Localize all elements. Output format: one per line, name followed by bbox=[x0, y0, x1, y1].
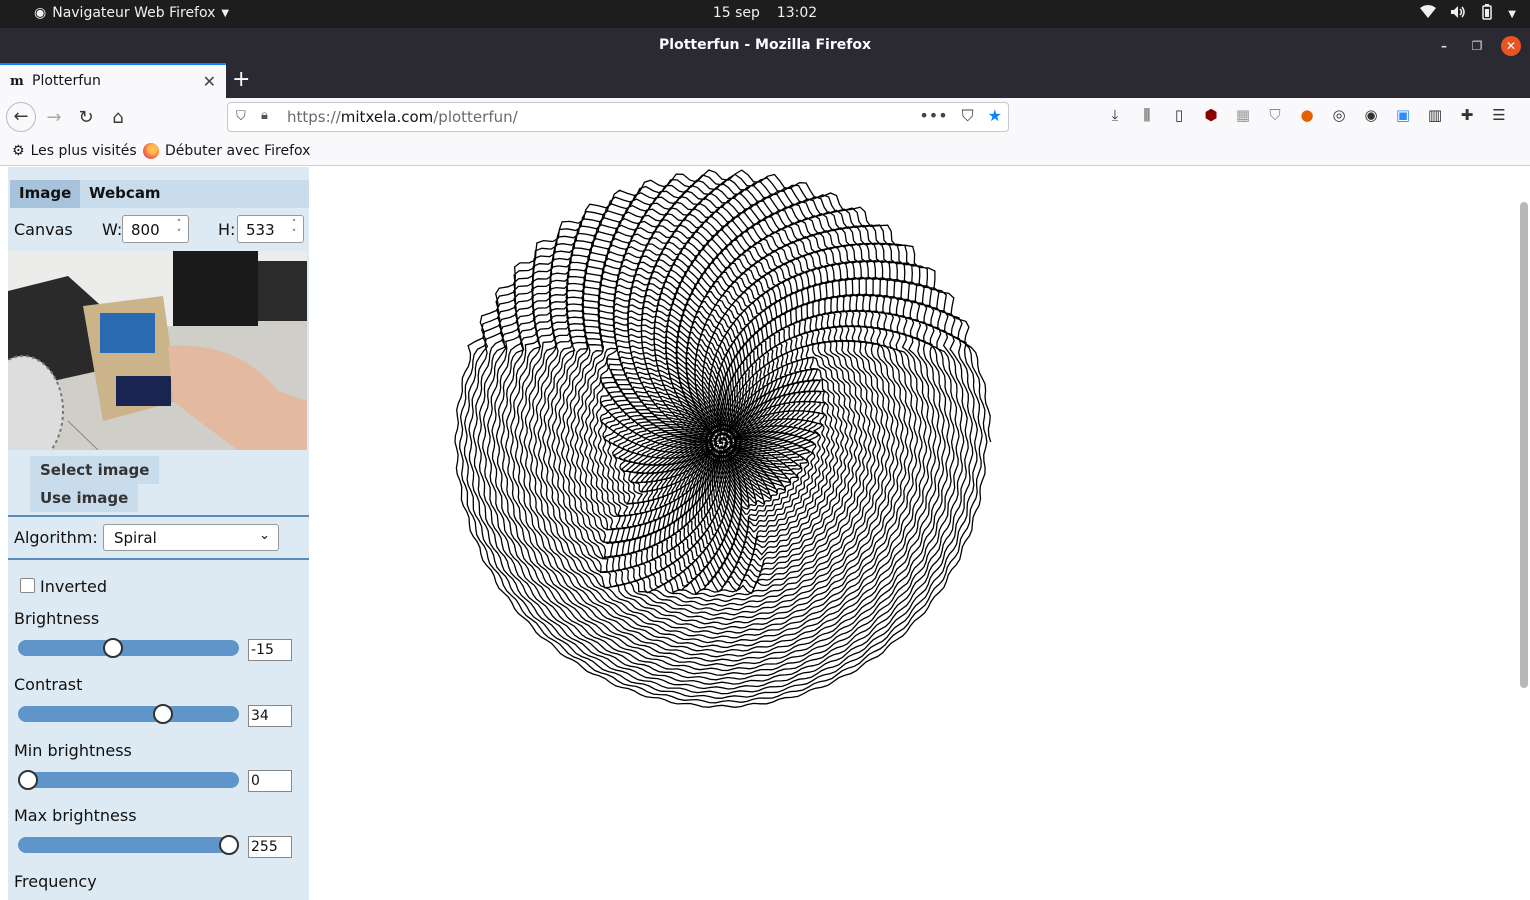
maximize-button[interactable]: ❐ bbox=[1467, 36, 1487, 56]
contrast-label: Contrast bbox=[14, 675, 83, 694]
close-tab-icon[interactable]: ✕ bbox=[203, 72, 216, 91]
min-brightness-label: Min brightness bbox=[14, 741, 132, 760]
select-image-button[interactable]: Select image bbox=[30, 456, 160, 484]
canvas-width-input[interactable]: 800 ˄ ˅ bbox=[122, 215, 189, 243]
extension-icon[interactable]: ▦ bbox=[1233, 106, 1253, 124]
chevron-down-icon: ⌄ bbox=[259, 528, 270, 543]
navigation-toolbar: ← → ↻ ⌂ ⛉ 🔒︎ https://mitxela.com/plotter… bbox=[0, 98, 1530, 136]
slider-handle[interactable] bbox=[219, 835, 239, 855]
ublock-icon[interactable]: ⬢ bbox=[1201, 106, 1221, 124]
extensions-puzzle-icon[interactable]: ✚ bbox=[1457, 106, 1477, 124]
brightness-value-input[interactable]: -15 bbox=[248, 639, 292, 661]
reload-icon[interactable]: ↻ bbox=[72, 104, 100, 132]
account-icon[interactable]: ◉ bbox=[1361, 106, 1381, 124]
slider-handle[interactable] bbox=[103, 638, 124, 658]
max-brightness-label: Max brightness bbox=[14, 806, 137, 825]
pocket-icon[interactable]: ⛉ bbox=[962, 106, 974, 126]
zoom-icon[interactable]: ▣ bbox=[1393, 106, 1413, 124]
frequency-label: Frequency bbox=[14, 872, 97, 891]
page-scrollbar[interactable] bbox=[1518, 167, 1530, 900]
brightness-label: Brightness bbox=[14, 609, 100, 628]
bookmark-label: Débuter avec Firefox bbox=[165, 143, 311, 159]
home-icon[interactable]: ⌂ bbox=[104, 104, 132, 132]
back-arrow-icon[interactable]: ← bbox=[6, 102, 36, 132]
volume-icon bbox=[1450, 5, 1466, 23]
inverted-checkbox[interactable] bbox=[20, 578, 35, 593]
library-icon[interactable]: ⫼ bbox=[1137, 106, 1157, 124]
section-divider bbox=[8, 558, 309, 560]
tab-strip: m Plotterfun ✕ + bbox=[0, 63, 1530, 98]
firefox-extension-icon[interactable]: ● bbox=[1297, 106, 1317, 124]
source-tabs: Image Webcam bbox=[10, 180, 309, 208]
extension-ring-icon[interactable]: ◎ bbox=[1329, 106, 1349, 124]
menu-icon[interactable]: ☰ bbox=[1489, 106, 1509, 124]
inverted-label: Inverted bbox=[40, 577, 108, 596]
page-actions-icon[interactable]: ••• bbox=[919, 106, 947, 126]
tab-label: Plotterfun bbox=[32, 73, 101, 89]
system-top-bar: ◉ Navigateur Web Firefox ▼ 15 sep 13:02 … bbox=[0, 0, 1530, 28]
bookmark-most-visited[interactable]: ⚙ Les plus visités bbox=[12, 143, 137, 159]
bookmark-getting-started[interactable]: Débuter avec Firefox bbox=[143, 143, 310, 159]
bookmark-star-icon[interactable]: ★ bbox=[988, 106, 1002, 126]
contrast-slider[interactable] bbox=[18, 704, 239, 724]
firefox-logo-icon bbox=[143, 143, 159, 159]
spiral-plot-canvas bbox=[454, 169, 992, 708]
caret-down-icon: ▼ bbox=[1508, 8, 1516, 20]
clock-date: 15 sep bbox=[712, 5, 760, 21]
scrollbar-thumb[interactable] bbox=[1520, 202, 1528, 688]
height-label: H: bbox=[218, 220, 236, 239]
use-image-button[interactable]: Use image bbox=[30, 484, 139, 512]
section-divider bbox=[8, 515, 309, 517]
algorithm-select[interactable]: Spiral ⌄ bbox=[103, 524, 279, 551]
close-window-button[interactable]: ✕ bbox=[1501, 36, 1521, 56]
wifi-icon bbox=[1420, 5, 1437, 23]
width-label: W: bbox=[102, 220, 123, 239]
bookmark-label: Les plus visités bbox=[30, 143, 137, 159]
battery-icon bbox=[1480, 4, 1494, 24]
slider-handle[interactable] bbox=[152, 704, 173, 724]
toolbar-icons: ⤓ ⫼ ▯ ⬢ ▦ ⛉ ● ◎ ◉ ▣ ▥ ✚ ☰ bbox=[1105, 106, 1509, 124]
spinner-icon[interactable]: ˄ ˅ bbox=[173, 219, 185, 239]
downloads-icon[interactable]: ⤓ bbox=[1105, 106, 1125, 124]
tab-webcam[interactable]: Webcam bbox=[80, 180, 170, 208]
controls-panel: Image Webcam Canvas W: 800 ˄ ˅ H: 533 ˄ ˅ bbox=[8, 167, 309, 900]
gear-icon: ⚙ bbox=[12, 143, 25, 159]
lock-icon[interactable]: 🔒︎ bbox=[261, 108, 268, 123]
brightness-slider[interactable] bbox=[18, 638, 239, 658]
algorithm-label: Algorithm: bbox=[14, 528, 98, 547]
spiral-path bbox=[454, 169, 992, 708]
tab-image[interactable]: Image bbox=[10, 180, 81, 208]
window-title-bar: Plotterfun - Mozilla Firefox – ❐ ✕ bbox=[0, 28, 1530, 63]
page-content: Image Webcam Canvas W: 800 ˄ ˅ H: 533 ˄ ˅ bbox=[0, 167, 1530, 900]
max-brightness-slider[interactable] bbox=[18, 835, 239, 855]
bookmarks-bar: ⚙ Les plus visités Débuter avec Firefox bbox=[0, 136, 1530, 166]
tab-plotterfun[interactable]: m Plotterfun ✕ bbox=[0, 63, 226, 98]
source-image-preview bbox=[8, 251, 307, 450]
new-tab-button[interactable]: + bbox=[232, 67, 250, 92]
tracking-shield-icon[interactable]: ⛉ bbox=[236, 109, 246, 124]
privacy-badger-icon[interactable]: ⛉ bbox=[1265, 106, 1285, 124]
contrast-value-input[interactable]: 34 bbox=[248, 705, 292, 727]
url-text[interactable]: https://mitxela.com/plotterfun/ bbox=[287, 108, 518, 126]
max-brightness-value-input[interactable]: 255 bbox=[248, 836, 292, 858]
clock-time: 13:02 bbox=[776, 5, 818, 21]
sidebar-icon[interactable]: ▯ bbox=[1169, 106, 1189, 124]
barcode-icon[interactable]: ▥ bbox=[1425, 106, 1445, 124]
canvas-label: Canvas bbox=[14, 220, 73, 239]
system-tray[interactable]: ▼ bbox=[1420, 4, 1516, 24]
window-title: Plotterfun - Mozilla Firefox bbox=[659, 37, 871, 53]
site-favicon-icon: m bbox=[10, 74, 24, 89]
minimize-button[interactable]: – bbox=[1434, 36, 1454, 56]
clock[interactable]: 15 sep 13:02 bbox=[0, 5, 1530, 21]
canvas-height-input[interactable]: 533 ˄ ˅ bbox=[237, 215, 304, 243]
url-bar[interactable]: ⛉ 🔒︎ https://mitxela.com/plotterfun/ •••… bbox=[227, 102, 1009, 132]
min-brightness-slider[interactable] bbox=[18, 770, 239, 790]
spinner-icon[interactable]: ˄ ˅ bbox=[288, 219, 300, 239]
forward-arrow-icon[interactable]: → bbox=[40, 104, 68, 132]
slider-handle[interactable] bbox=[18, 770, 38, 790]
min-brightness-value-input[interactable]: 0 bbox=[248, 770, 292, 792]
